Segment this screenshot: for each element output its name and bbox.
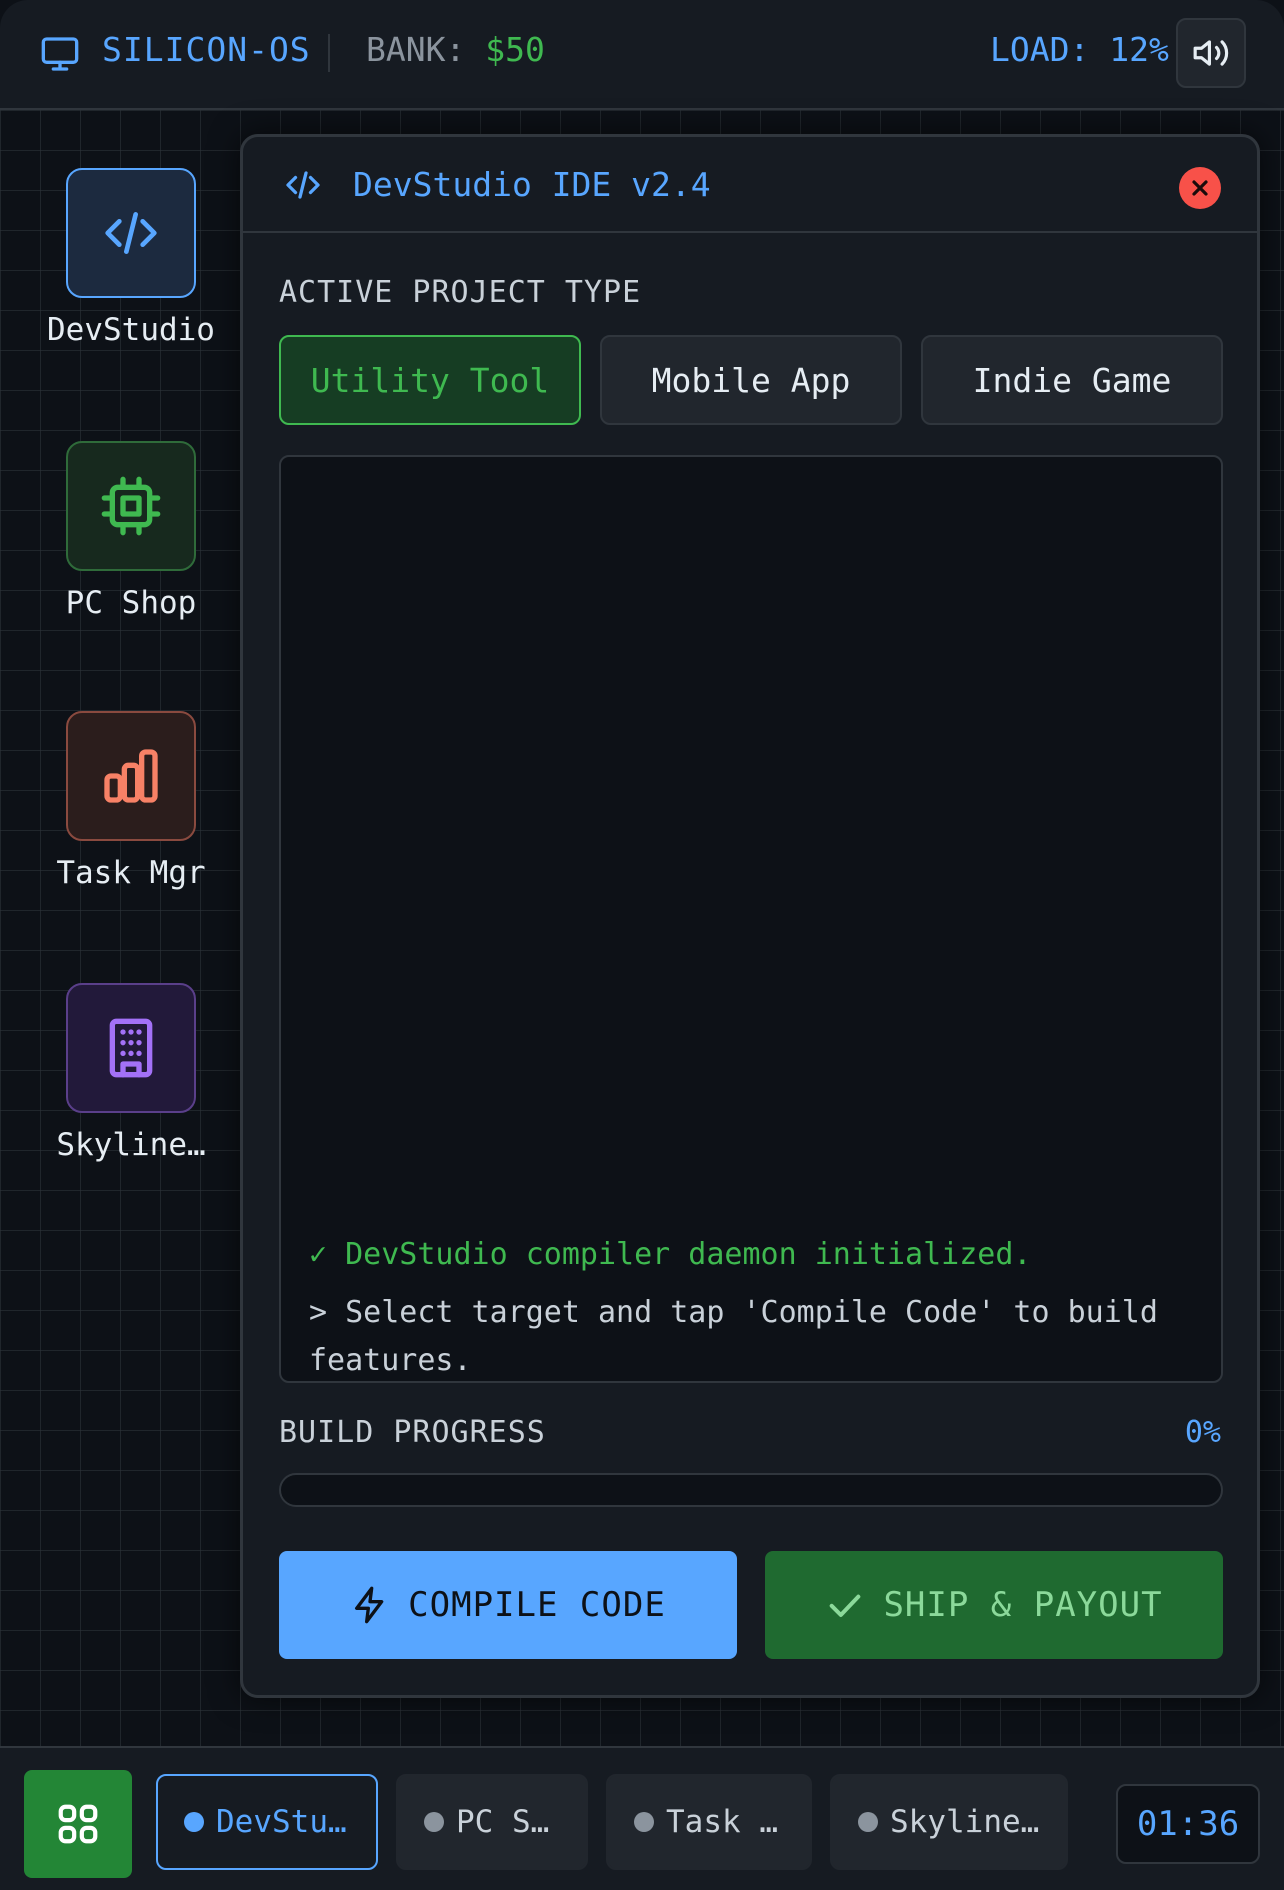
load-label: LOAD: (990, 30, 1090, 69)
close-icon (1192, 180, 1208, 196)
window-title: DevStudio IDE v2.4 (353, 165, 711, 204)
status-dot (634, 1812, 654, 1832)
lightning-icon (355, 1586, 384, 1624)
progress-label: BUILD PROGRESS (279, 1415, 546, 1450)
section-label: ACTIVE PROJECT TYPE (279, 275, 642, 310)
window-titlebar[interactable]: DevStudio IDE v2.4 (243, 137, 1257, 233)
desktop-icon-label: PC Shop (65, 585, 197, 621)
desktop-icon-label: DevStudio (47, 312, 215, 348)
desktop-icon-pc-shop[interactable]: PC Shop (40, 441, 222, 621)
taskbar-item-skyline[interactable]: Skyline… (830, 1774, 1068, 1870)
devstudio-window: DevStudio IDE v2.4 ACTIVE PROJECT TYPE U… (240, 134, 1260, 1698)
desktop-icon-skyline[interactable]: Skyline… (40, 983, 222, 1163)
divider (328, 34, 330, 72)
code-icon (105, 212, 157, 255)
taskbar-item-label: PC S… (456, 1804, 550, 1840)
load-value: 12% (1109, 30, 1169, 69)
clock: 01:36 (1116, 1784, 1260, 1864)
pc-shop-tile[interactable] (66, 441, 196, 571)
console-line: > Select target and tap 'Compile Code' t… (309, 1295, 1158, 1378)
cpu-chip-icon (101, 476, 161, 536)
bank-value: $50 (485, 30, 545, 69)
building-icon (109, 1018, 153, 1078)
top-bar: SILICON-OS BANK: $50 LOAD: 12% (0, 0, 1284, 110)
desktop-icon-label: Skyline… (56, 1127, 206, 1163)
start-button[interactable] (24, 1770, 132, 1878)
close-button[interactable] (1179, 167, 1221, 209)
code-icon (286, 171, 320, 199)
taskbar-item-label: Skyline… (890, 1804, 1040, 1840)
console-line: ✓ DevStudio compiler daemon initialized. (309, 1237, 1032, 1272)
monitor-icon (41, 37, 79, 71)
bar-chart-icon (104, 749, 158, 803)
devstudio-tile[interactable] (66, 168, 196, 298)
task-mgr-tile[interactable] (66, 711, 196, 841)
taskbar: DevStu… PC S… Task … Skyline… 01:36 (0, 1746, 1284, 1890)
skyline-tile[interactable] (66, 983, 196, 1113)
progress-bar (279, 1473, 1223, 1507)
progress-percent: 0% (1184, 1415, 1221, 1450)
desktop-icon-devstudio[interactable]: DevStudio (40, 168, 222, 348)
compile-code-button[interactable]: COMPILE CODE (279, 1551, 737, 1659)
ship-payout-button[interactable]: SHIP & PAYOUT (765, 1551, 1223, 1659)
ship-payout-label: SHIP & PAYOUT (883, 1585, 1163, 1625)
status-dot (424, 1812, 444, 1832)
project-type-utility-tool[interactable]: Utility Tool (279, 335, 581, 425)
sound-toggle-button[interactable] (1176, 18, 1246, 88)
desktop-icon-label: Task Mgr (56, 855, 206, 891)
speaker-icon (1193, 40, 1229, 66)
desktop-icon-task-mgr[interactable]: Task Mgr (40, 711, 222, 891)
taskbar-item-devstudio[interactable]: DevStu… (156, 1774, 378, 1870)
taskbar-item-label: DevStu… (216, 1804, 347, 1840)
check-icon (830, 1594, 861, 1617)
compile-code-label: COMPILE CODE (408, 1585, 666, 1625)
bank-readout: BANK: $50 (366, 30, 545, 69)
project-type-indie-game[interactable]: Indie Game (921, 335, 1223, 425)
status-dot (184, 1812, 204, 1832)
console-output: ✓ DevStudio compiler daemon initialized.… (279, 455, 1223, 1383)
apps-grid-icon (58, 1804, 98, 1844)
os-name: SILICON-OS (102, 30, 311, 69)
project-type-mobile-app[interactable]: Mobile App (600, 335, 902, 425)
taskbar-item-pc-shop[interactable]: PC S… (396, 1774, 588, 1870)
load-readout: LOAD: 12% (990, 30, 1169, 69)
bank-label: BANK: (366, 30, 466, 69)
taskbar-item-task-mgr[interactable]: Task … (606, 1774, 812, 1870)
taskbar-item-label: Task … (666, 1804, 778, 1840)
status-dot (858, 1812, 878, 1832)
